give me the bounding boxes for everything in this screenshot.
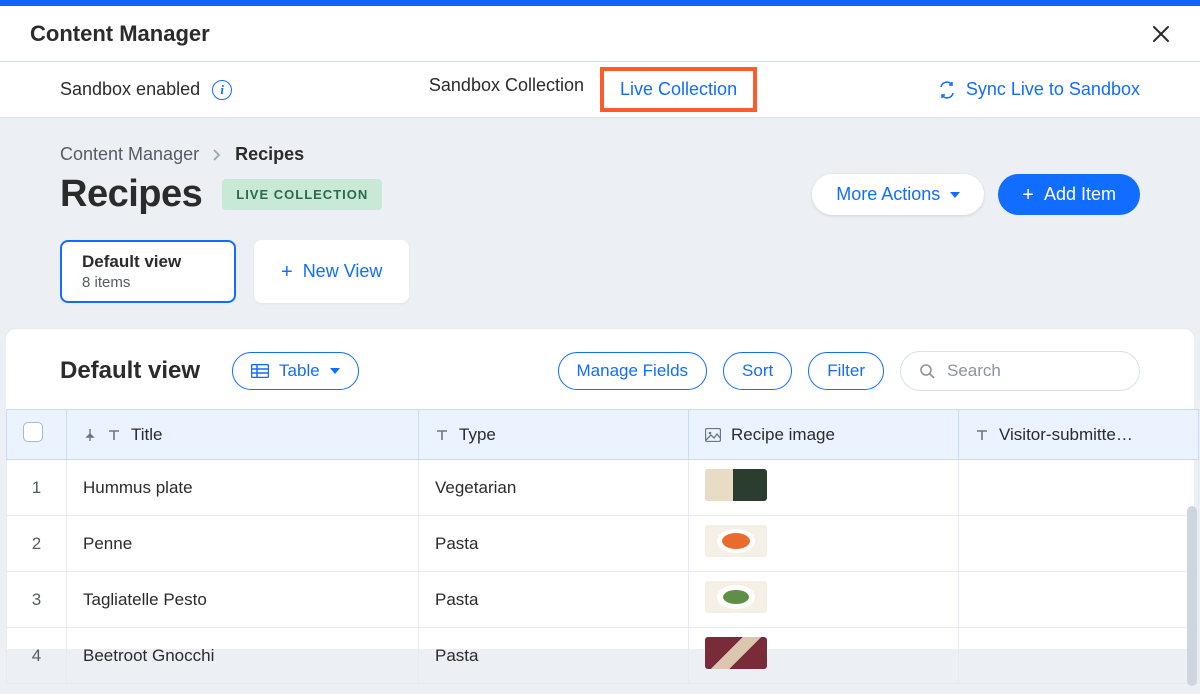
cell-image[interactable] — [689, 516, 959, 572]
row-number: 3 — [7, 572, 67, 628]
cell-type[interactable]: Vegetarian — [419, 460, 689, 516]
table-row[interactable]: 2 Penne Pasta — [7, 516, 1199, 572]
table-row[interactable]: 3 Tagliatelle Pesto Pasta — [7, 572, 1199, 628]
add-item-label: Add Item — [1044, 184, 1116, 205]
cell-type[interactable]: Pasta — [419, 628, 689, 684]
cell-visitor[interactable] — [959, 628, 1199, 684]
image-type-icon — [705, 425, 721, 445]
text-type-icon — [435, 425, 449, 445]
sync-live-to-sandbox-button[interactable]: Sync Live to Sandbox — [938, 79, 1140, 100]
live-collection-badge: LIVE COLLECTION — [222, 179, 382, 210]
row-number: 1 — [7, 460, 67, 516]
sandbox-status-label: Sandbox enabled — [60, 79, 200, 100]
chevron-down-icon — [950, 192, 960, 198]
text-type-icon — [975, 425, 989, 445]
pin-icon — [83, 425, 97, 445]
sync-label: Sync Live to Sandbox — [966, 79, 1140, 100]
cell-visitor[interactable] — [959, 516, 1199, 572]
new-view-button[interactable]: + New View — [254, 240, 409, 303]
collection-tabs: Sandbox Collection Live Collection — [413, 67, 757, 112]
recipe-thumbnail — [705, 637, 767, 669]
text-type-icon — [107, 425, 121, 445]
more-actions-button[interactable]: More Actions — [812, 174, 984, 215]
sandbox-status: Sandbox enabled i — [60, 79, 232, 100]
select-all-header[interactable] — [7, 410, 67, 460]
scrollbar-thumb[interactable] — [1187, 506, 1197, 686]
chevron-right-icon — [213, 144, 221, 165]
view-card-default[interactable]: Default view 8 items — [60, 240, 236, 303]
cell-title[interactable]: Beetroot Gnocchi — [67, 628, 419, 684]
views-row: Default view 8 items + New View — [0, 240, 1200, 303]
row-number: 2 — [7, 516, 67, 572]
table-icon — [251, 364, 269, 378]
cell-title[interactable]: Penne — [67, 516, 419, 572]
filter-button[interactable]: Filter — [808, 352, 884, 390]
view-title: Default view — [60, 357, 200, 385]
column-header-recipe-image[interactable]: Recipe image — [689, 410, 959, 460]
search-field[interactable] — [900, 351, 1140, 391]
view-type-selector[interactable]: Table — [232, 352, 359, 390]
search-input[interactable] — [945, 360, 1170, 382]
page-header: Recipes LIVE COLLECTION More Actions + A… — [0, 173, 1200, 216]
table-panel: Default view Table Manage Fields Sort Fi… — [6, 329, 1194, 649]
recipe-thumbnail — [705, 581, 767, 613]
table-toolbar: Default view Table Manage Fields Sort Fi… — [6, 351, 1194, 409]
info-icon[interactable]: i — [212, 80, 232, 100]
breadcrumb-root[interactable]: Content Manager — [60, 144, 199, 165]
checkbox-icon[interactable] — [23, 422, 43, 442]
add-item-button[interactable]: + Add Item — [998, 174, 1140, 215]
column-header-visitor-submitted[interactable]: Visitor-submitte… — [959, 410, 1199, 460]
title-bar: Content Manager — [0, 6, 1200, 62]
plus-icon: + — [281, 262, 293, 282]
tab-live-collection[interactable]: Live Collection — [600, 67, 757, 112]
cell-type[interactable]: Pasta — [419, 516, 689, 572]
breadcrumb: Content Manager Recipes — [0, 144, 1200, 165]
sort-button[interactable]: Sort — [723, 352, 792, 390]
view-card-name: Default view — [82, 252, 214, 272]
cell-type[interactable]: Pasta — [419, 572, 689, 628]
cell-image[interactable] — [689, 460, 959, 516]
search-icon — [919, 362, 935, 380]
data-table: Title Type Recipe image — [6, 409, 1199, 684]
row-number: 4 — [7, 628, 67, 684]
recipe-thumbnail — [705, 469, 767, 501]
cell-title[interactable]: Hummus plate — [67, 460, 419, 516]
manage-fields-button[interactable]: Manage Fields — [558, 352, 708, 390]
table-row[interactable]: 1 Hummus plate Vegetarian — [7, 460, 1199, 516]
plus-icon: + — [1022, 185, 1034, 205]
page-title: Recipes — [60, 173, 202, 216]
sync-icon — [938, 81, 956, 99]
workspace: Content Manager Recipes Recipes LIVE COL… — [0, 118, 1200, 694]
cell-image[interactable] — [689, 628, 959, 684]
app-title: Content Manager — [30, 21, 210, 47]
column-header-title[interactable]: Title — [67, 410, 419, 460]
table-header-row: Title Type Recipe image — [7, 410, 1199, 460]
recipe-thumbnail — [705, 525, 767, 557]
breadcrumb-current: Recipes — [235, 144, 304, 165]
new-view-label: New View — [303, 261, 383, 282]
view-card-meta: 8 items — [82, 274, 214, 291]
cell-visitor[interactable] — [959, 460, 1199, 516]
chevron-down-icon — [330, 368, 340, 374]
more-actions-label: More Actions — [836, 184, 940, 205]
cell-visitor[interactable] — [959, 572, 1199, 628]
table-row[interactable]: 4 Beetroot Gnocchi Pasta — [7, 628, 1199, 684]
close-icon[interactable] — [1152, 22, 1170, 45]
view-type-label: Table — [279, 361, 320, 381]
tab-sandbox-collection[interactable]: Sandbox Collection — [413, 67, 600, 112]
column-header-type[interactable]: Type — [419, 410, 689, 460]
context-bar: Sandbox enabled i Sandbox Collection Liv… — [0, 62, 1200, 118]
cell-image[interactable] — [689, 572, 959, 628]
cell-title[interactable]: Tagliatelle Pesto — [67, 572, 419, 628]
